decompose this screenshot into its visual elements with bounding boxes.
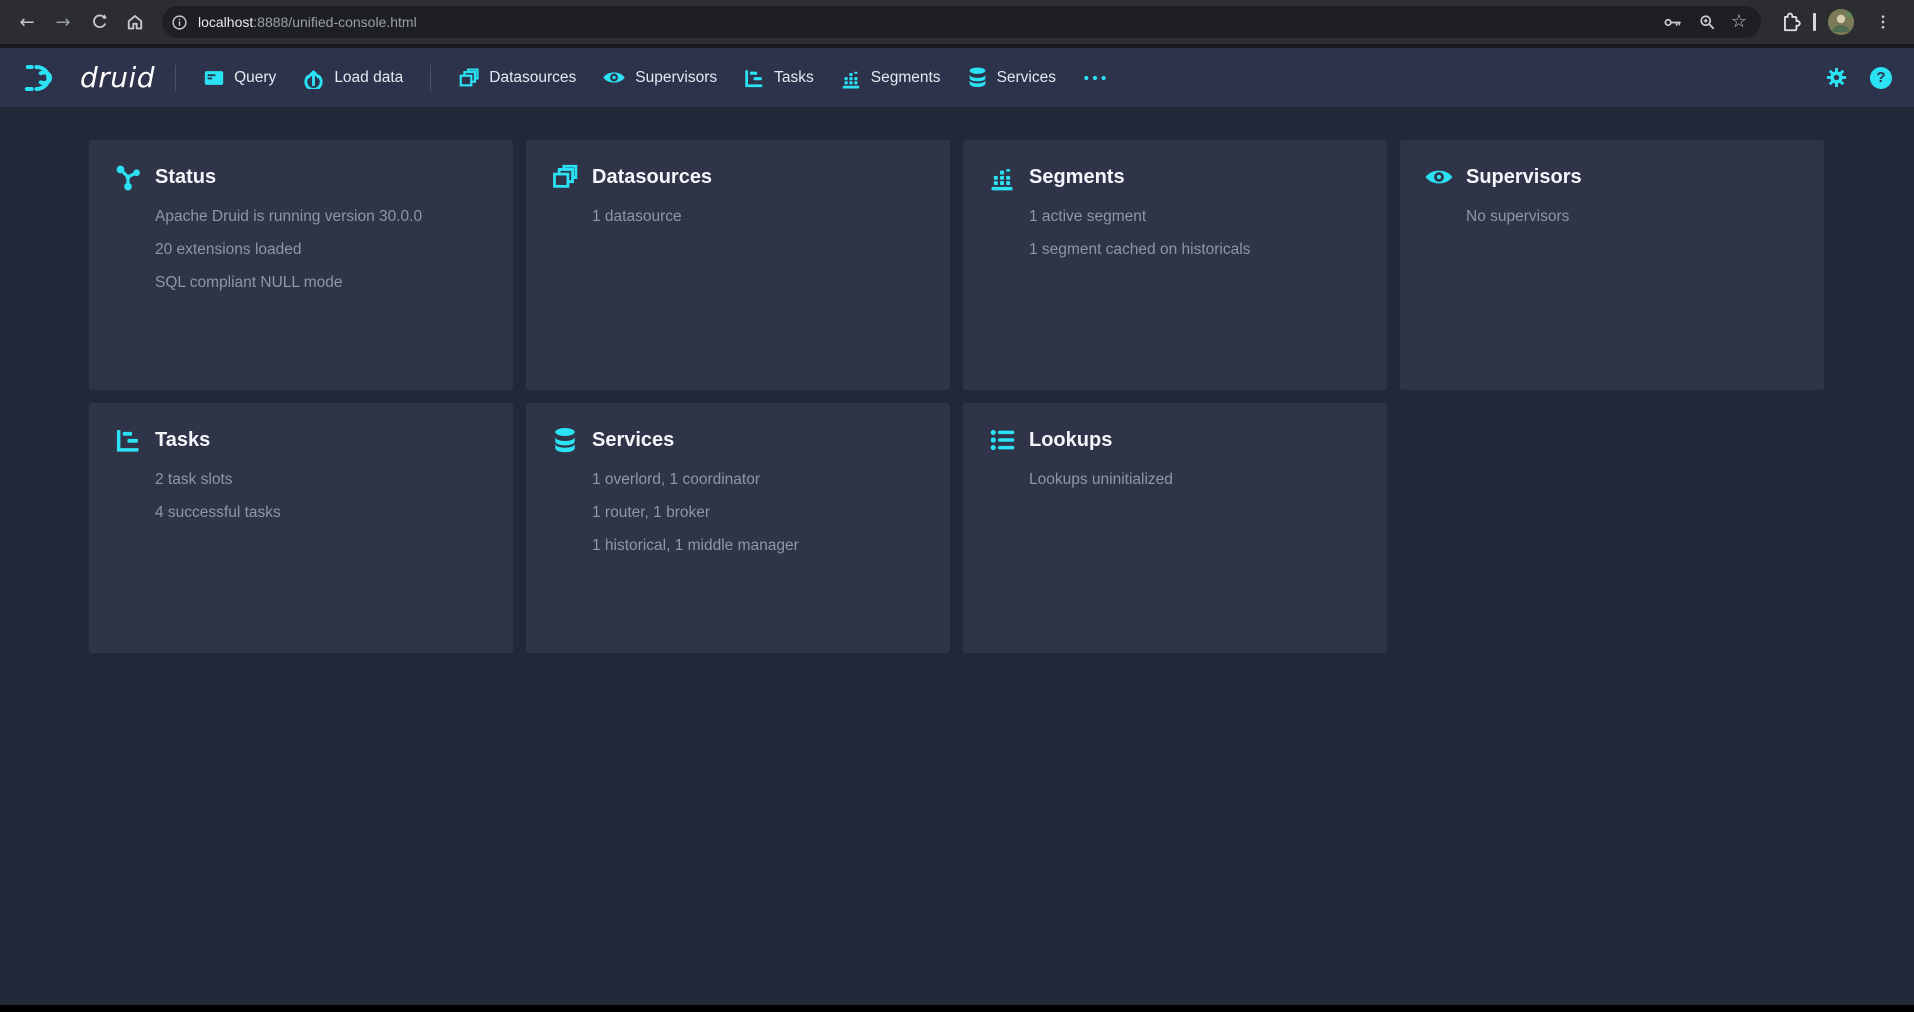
nav-item-load-data[interactable]: Load data — [289, 48, 416, 107]
nav-item-tasks[interactable]: Tasks — [730, 48, 827, 107]
browser-menu-button[interactable] — [1866, 5, 1900, 39]
card-title: Segments — [1029, 166, 1125, 189]
card-supervisors[interactable]: Supervisors No supervisors — [1400, 140, 1824, 390]
console-icon — [203, 67, 225, 89]
druid-navbar: druid Query Load data — [0, 48, 1914, 107]
eye-icon — [1424, 162, 1454, 192]
druid-logo[interactable]: druid — [18, 58, 161, 98]
nav-item-label: Segments — [871, 69, 941, 87]
status-line: 2 task slots — [155, 469, 489, 490]
nav-item-label: Services — [997, 69, 1056, 87]
bottom-black-strip — [0, 1005, 1914, 1012]
nav-item-supervisors[interactable]: Supervisors — [589, 48, 730, 107]
nav-item-query[interactable]: Query — [190, 48, 289, 107]
profile-avatar[interactable] — [1828, 9, 1854, 35]
more-dots-icon — [1082, 73, 1108, 83]
graph-icon — [113, 162, 143, 192]
database-icon — [550, 425, 580, 455]
card-title: Lookups — [1029, 429, 1112, 452]
browser-toolbar: ← → localhost:8888/unified-console.html — [0, 0, 1914, 44]
home-view: Status Apache Druid is running version 3… — [0, 107, 1914, 1005]
nav-item-label: Tasks — [774, 69, 814, 87]
reload-icon — [89, 12, 109, 32]
nav-item-label: Datasources — [489, 69, 576, 87]
card-lookups[interactable]: Lookups Lookups uninitialized — [963, 403, 1387, 653]
zoom-icon[interactable] — [1697, 12, 1717, 32]
card-tasks[interactable]: Tasks 2 task slots 4 successful tasks — [89, 403, 513, 653]
back-button[interactable]: ← — [10, 5, 44, 39]
druid-logo-icon — [24, 58, 70, 98]
extensions-icon[interactable] — [1779, 11, 1801, 33]
stacked-chart-icon — [987, 162, 1017, 192]
stacked-squares-icon — [458, 67, 480, 89]
status-line: Apache Druid is running version 30.0.0 — [155, 206, 489, 227]
toolbar-divider — [1813, 13, 1816, 31]
card-datasources[interactable]: Datasources 1 datasource — [526, 140, 950, 390]
nav-item-datasources[interactable]: Datasources — [445, 48, 589, 107]
status-line: 1 historical, 1 middle manager — [592, 535, 926, 556]
stacked-chart-icon — [840, 67, 862, 89]
nav-more-button[interactable] — [1069, 48, 1121, 107]
avatar-photo — [1828, 9, 1854, 35]
nav-item-segments[interactable]: Segments — [827, 48, 954, 107]
home-button[interactable] — [118, 5, 152, 39]
status-line: No supervisors — [1466, 206, 1800, 227]
gear-icon[interactable] — [1825, 66, 1848, 89]
status-line: 1 router, 1 broker — [592, 502, 926, 523]
nav-item-label: Supervisors — [635, 69, 717, 87]
card-segments[interactable]: Segments 1 active segment 1 segment cach… — [963, 140, 1387, 390]
card-title: Tasks — [155, 429, 210, 452]
help-icon: ? — [1876, 69, 1885, 86]
nav-item-label: Load data — [334, 69, 403, 87]
card-title: Datasources — [592, 166, 712, 189]
nav-item-label: Query — [234, 69, 276, 87]
status-line: 4 successful tasks — [155, 502, 489, 523]
database-icon — [967, 66, 988, 89]
nav-divider — [430, 65, 431, 91]
card-title: Supervisors — [1466, 166, 1582, 189]
brand-wordmark: druid — [80, 61, 155, 94]
nav-item-services[interactable]: Services — [954, 48, 1069, 107]
card-title: Services — [592, 429, 674, 452]
status-line: 1 active segment — [1029, 206, 1363, 227]
gantt-icon — [113, 425, 143, 455]
stacked-squares-icon — [550, 162, 580, 192]
status-line: 20 extensions loaded — [155, 239, 489, 260]
status-line: Lookups uninitialized — [1029, 469, 1363, 490]
status-line: 1 overlord, 1 coordinator — [592, 469, 926, 490]
status-line: 1 datasource — [592, 206, 926, 227]
bookmark-star-icon[interactable]: ☆ — [1731, 13, 1747, 31]
card-services[interactable]: Services 1 overlord, 1 coordinator 1 rou… — [526, 403, 950, 653]
status-line: 1 segment cached on historicals — [1029, 239, 1363, 260]
url-text: localhost:8888/unified-console.html — [198, 14, 417, 30]
kebab-menu-icon — [1874, 13, 1892, 31]
nav-divider — [175, 65, 176, 91]
properties-list-icon — [987, 425, 1017, 455]
upload-arrow-icon — [302, 66, 325, 89]
gantt-icon — [743, 67, 765, 89]
reload-button[interactable] — [82, 5, 116, 39]
status-line: SQL compliant NULL mode — [155, 272, 489, 293]
card-status[interactable]: Status Apache Druid is running version 3… — [89, 140, 513, 390]
info-icon — [171, 14, 188, 31]
site-info-button[interactable] — [166, 9, 192, 35]
eye-icon — [602, 68, 626, 87]
home-icon — [125, 12, 145, 32]
help-button[interactable]: ? — [1870, 67, 1892, 89]
forward-button[interactable]: → — [46, 5, 80, 39]
password-key-icon[interactable] — [1662, 12, 1683, 33]
card-title: Status — [155, 166, 216, 189]
address-bar[interactable]: localhost:8888/unified-console.html ☆ — [162, 6, 1761, 38]
